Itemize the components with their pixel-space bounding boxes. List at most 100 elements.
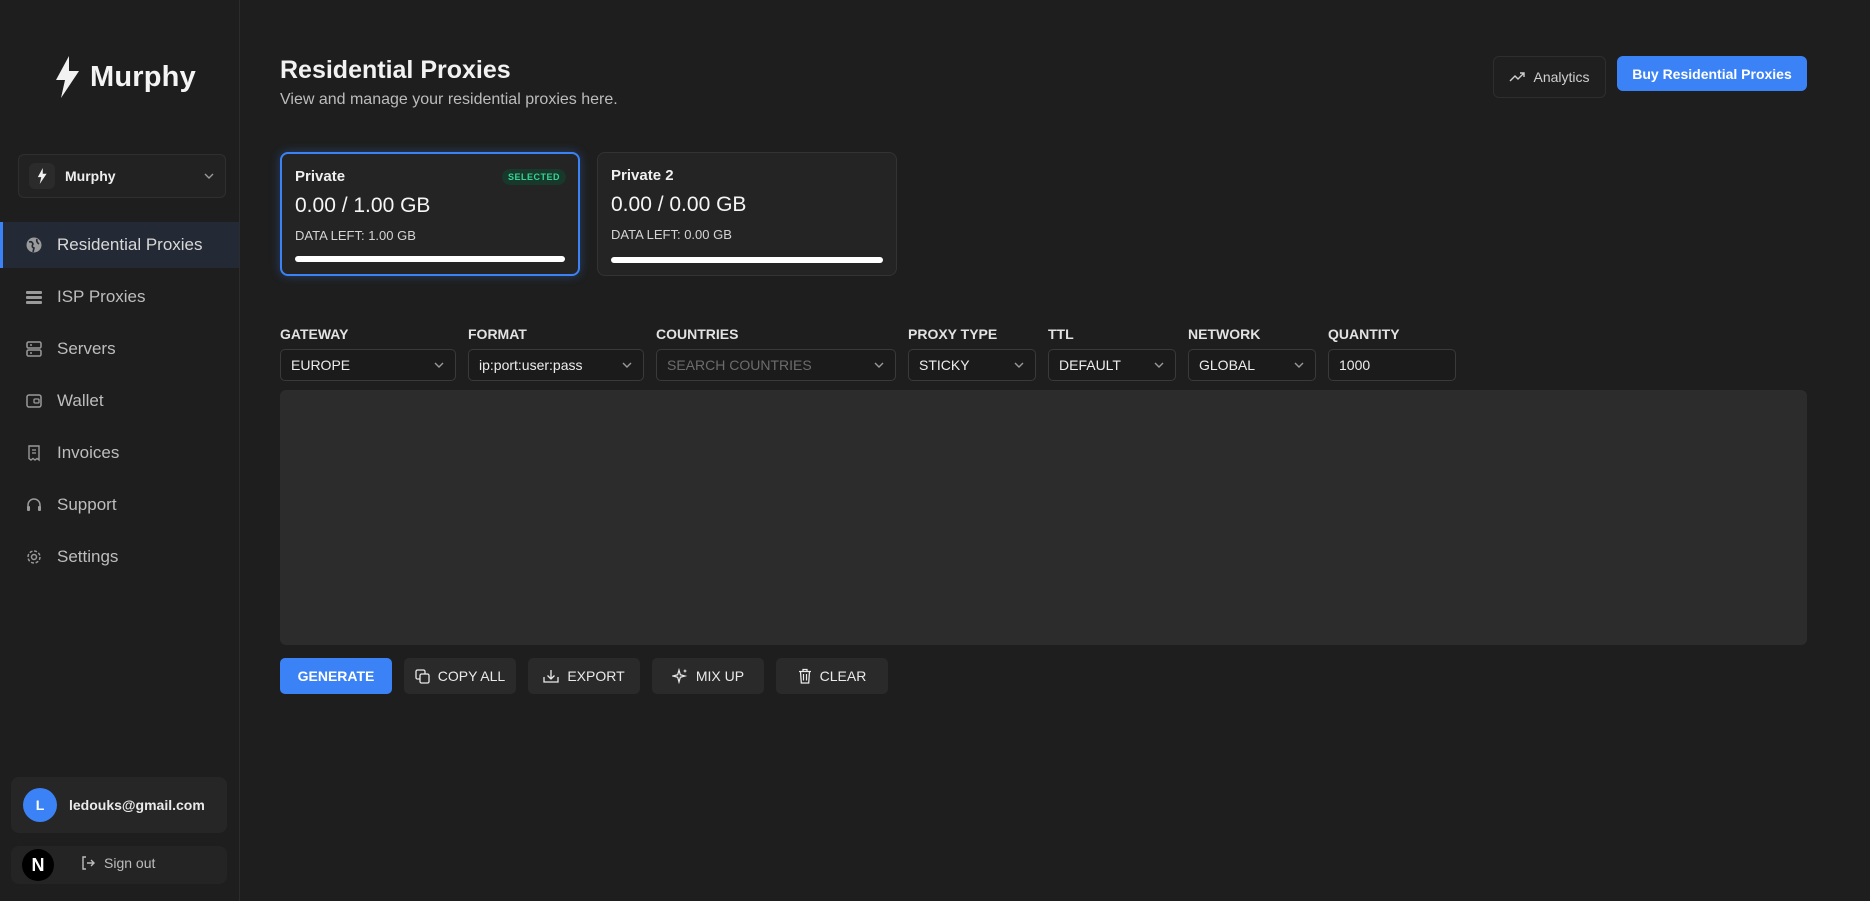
proxy-type-label: PROXY TYPE [908, 326, 998, 342]
user-email: ledouks@gmail.com [69, 797, 205, 813]
download-icon [543, 669, 559, 683]
format-label: FORMAT [468, 326, 527, 342]
chevron-down-icon [1294, 362, 1304, 368]
mix-up-label: MIX UP [695, 668, 745, 684]
sparkles-icon [671, 668, 688, 684]
sidebar-item-servers[interactable]: Servers [0, 326, 239, 372]
dev-indicator-badge[interactable]: N [22, 849, 54, 881]
chevron-down-icon [204, 173, 214, 179]
plan-progress-bar [611, 257, 883, 263]
buy-residential-proxies-button[interactable]: Buy Residential Proxies [1617, 56, 1807, 91]
network-select[interactable]: GLOBAL [1188, 349, 1316, 381]
network-value: GLOBAL [1199, 357, 1256, 373]
ttl-value: DEFAULT [1059, 357, 1121, 373]
chevron-down-icon [1014, 362, 1024, 368]
sidebar-item-label: Residential Proxies [57, 235, 203, 254]
analytics-label: Analytics [1533, 69, 1590, 85]
server-icon [25, 340, 43, 358]
globe-icon [25, 236, 43, 254]
trash-icon [798, 668, 811, 684]
lightning-logo-icon [56, 56, 79, 98]
export-label: EXPORT [567, 668, 625, 684]
plan-name: Private 2 [611, 167, 674, 184]
network-label: NETWORK [1188, 326, 1261, 342]
page-subtitle: View and manage your residential proxies… [280, 91, 618, 108]
generate-button[interactable]: GENERATE [280, 658, 392, 694]
page-title: Residential Proxies [280, 56, 511, 84]
sidebar-item-residential-proxies[interactable]: Residential Proxies [0, 222, 239, 268]
quantity-input[interactable]: 1000 [1328, 349, 1456, 381]
copy-all-label: COPY ALL [437, 668, 506, 684]
avatar: L [23, 788, 57, 822]
quantity-label: QUANTITY [1328, 326, 1400, 342]
plan-card-private[interactable]: Private SELECTED 0.00 / 1.00 GB DATA LEF… [280, 152, 580, 276]
gateway-field: GATEWAY EUROPE [280, 326, 456, 381]
headset-icon [25, 496, 43, 514]
chevron-down-icon [434, 362, 444, 368]
ttl-label: TTL [1048, 326, 1074, 342]
ttl-select[interactable]: DEFAULT [1048, 349, 1176, 381]
copy-icon [415, 668, 430, 684]
sidebar-item-label: Settings [57, 547, 119, 566]
sidebar-item-wallet[interactable]: Wallet [0, 378, 239, 424]
plan-usage: 0.00 / 1.00 GB [295, 194, 431, 217]
plan-progress-bar [295, 256, 565, 262]
sidebar-item-label: Servers [57, 339, 116, 358]
sidebar-item-label: Support [57, 495, 117, 514]
copy-all-button[interactable]: COPY ALL [404, 658, 516, 694]
wallet-icon [25, 392, 43, 410]
ttl-field: TTL DEFAULT [1048, 326, 1176, 381]
sidebar: Murphy Murphy Residential Proxies ISP Pr… [0, 0, 240, 901]
plan-usage: 0.00 / 0.00 GB [611, 193, 747, 216]
plan-card-private-2[interactable]: Private 2 0.00 / 0.00 GB DATA LEFT: 0.00… [597, 152, 897, 276]
gear-icon [25, 548, 43, 566]
countries-label: COUNTRIES [656, 326, 739, 342]
format-select[interactable]: ip:port:user:pass [468, 349, 644, 381]
countries-field: COUNTRIES SEARCH COUNTRIES [656, 326, 896, 381]
brand-logo[interactable]: Murphy [52, 56, 196, 98]
sidebar-nav: Residential Proxies ISP Proxies Servers … [0, 222, 239, 586]
format-field: FORMAT ip:port:user:pass [468, 326, 644, 381]
proxy-type-select[interactable]: STICKY [908, 349, 1036, 381]
gateway-select[interactable]: EUROPE [280, 349, 456, 381]
proxy-type-value: STICKY [919, 357, 970, 373]
chevron-down-icon [622, 362, 632, 368]
quantity-field: QUANTITY 1000 [1328, 326, 1456, 381]
org-name: Murphy [65, 168, 116, 184]
sign-out-button[interactable]: Sign out [80, 855, 155, 871]
countries-search-select[interactable]: SEARCH COUNTRIES [656, 349, 896, 381]
format-value: ip:port:user:pass [479, 357, 583, 373]
quantity-value: 1000 [1339, 357, 1371, 373]
organization-selector[interactable]: Murphy [18, 154, 226, 198]
selected-badge: SELECTED [501, 169, 566, 185]
sign-out-label: Sign out [104, 855, 156, 871]
clear-label: CLEAR [819, 668, 867, 684]
analytics-button[interactable]: Analytics [1493, 56, 1606, 98]
gateway-value: EUROPE [291, 357, 351, 373]
sidebar-item-invoices[interactable]: Invoices [0, 430, 239, 476]
sidebar-item-label: Wallet [57, 391, 104, 410]
mix-up-button[interactable]: MIX UP [652, 658, 764, 694]
invoice-icon [25, 444, 43, 462]
sidebar-item-label: ISP Proxies [57, 287, 146, 306]
plan-data-left: DATA LEFT: 0.00 GB [611, 227, 732, 242]
sidebar-item-settings[interactable]: Settings [0, 534, 239, 580]
plan-data-left: DATA LEFT: 1.00 GB [295, 228, 416, 243]
user-account-card[interactable]: L ledouks@gmail.com [11, 777, 227, 833]
sidebar-item-support[interactable]: Support [0, 482, 239, 528]
countries-placeholder: SEARCH COUNTRIES [667, 357, 812, 373]
brand-name: Murphy [90, 60, 196, 93]
clear-button[interactable]: CLEAR [776, 658, 888, 694]
chevron-down-icon [874, 362, 884, 368]
list-icon [25, 288, 43, 306]
org-logo-icon [29, 163, 55, 189]
gateway-label: GATEWAY [280, 326, 349, 342]
network-field: NETWORK GLOBAL [1188, 326, 1316, 381]
export-button[interactable]: EXPORT [528, 658, 640, 694]
trending-up-icon [1509, 72, 1526, 82]
sign-out-icon [82, 856, 95, 870]
proxy-type-field: PROXY TYPE STICKY [908, 326, 1036, 381]
sidebar-item-isp-proxies[interactable]: ISP Proxies [0, 274, 239, 320]
sidebar-item-label: Invoices [57, 443, 120, 462]
proxy-output-textarea[interactable] [280, 390, 1807, 645]
